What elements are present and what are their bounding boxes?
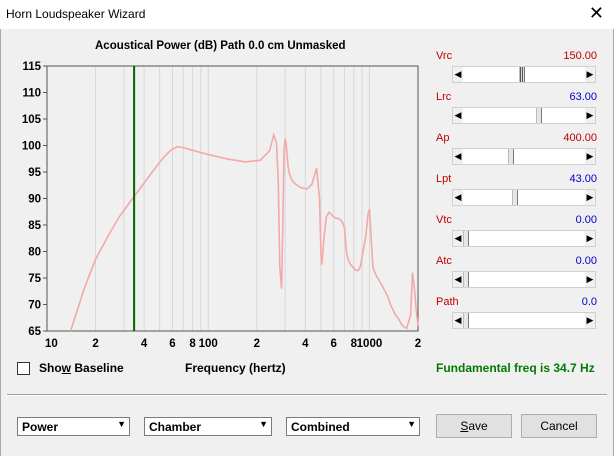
chart-title: Acoustical Power (dB) Path 0.0 cm Unmask… bbox=[95, 40, 346, 52]
slider-value-vrc: 150.00 bbox=[563, 50, 597, 62]
slider-thumb[interactable] bbox=[536, 108, 543, 123]
x-tick-label: 100 bbox=[199, 338, 218, 350]
y-tick-label: 105 bbox=[22, 114, 42, 126]
x-tick-label: 2 bbox=[92, 338, 98, 350]
slider-label-ap: Ap bbox=[436, 132, 450, 144]
slider-thumb[interactable] bbox=[463, 231, 469, 246]
slider-value-ap: 400.00 bbox=[563, 132, 597, 144]
fundamental-frequency: Fundamental freq is 34.7 Hz bbox=[436, 361, 595, 375]
slider-thumb[interactable] bbox=[463, 313, 469, 328]
slider-value-path: 0.0 bbox=[581, 296, 597, 308]
slider-value-lpt: 43.00 bbox=[569, 173, 597, 185]
x-tick-label: 8 bbox=[189, 338, 196, 350]
slider-value-atc: 0.00 bbox=[575, 255, 597, 267]
x-tick-label: 6 bbox=[330, 338, 336, 350]
scroll-left-icon[interactable]: ◀ bbox=[453, 272, 463, 287]
y-tick-label: 70 bbox=[28, 300, 41, 312]
slider-thumb[interactable] bbox=[508, 149, 515, 164]
scroll-left-icon[interactable]: ◀ bbox=[453, 108, 463, 123]
x-tick-label: 6 bbox=[169, 338, 175, 350]
slider-ap[interactable]: ◀ ▶ bbox=[452, 148, 596, 165]
y-tick-label: 95 bbox=[28, 167, 41, 179]
y-tick-label: 110 bbox=[22, 88, 41, 100]
slider-path[interactable]: ◀ ▶ bbox=[452, 312, 596, 329]
y-tick-label: 100 bbox=[22, 141, 41, 153]
slider-label-vrc: Vrc bbox=[436, 50, 453, 62]
slider-value-vtc: 0.00 bbox=[575, 214, 597, 226]
close-icon[interactable]: ✕ bbox=[589, 3, 604, 24]
save-button[interactable]: Save bbox=[436, 414, 512, 438]
slider-lrc[interactable]: ◀ ▶ bbox=[452, 107, 596, 124]
chevron-down-icon: ▼ bbox=[259, 419, 268, 429]
show-baseline-label[interactable]: Show Baseline bbox=[39, 361, 124, 375]
scroll-left-icon[interactable]: ◀ bbox=[453, 313, 463, 328]
y-tick-label: 85 bbox=[28, 220, 41, 232]
chevron-down-icon: ▼ bbox=[117, 419, 126, 429]
x-axis-label: Frequency (hertz) bbox=[185, 361, 286, 375]
y-tick-label: 115 bbox=[22, 61, 41, 73]
y-tick-label: 75 bbox=[28, 273, 41, 285]
scroll-left-icon[interactable]: ◀ bbox=[453, 231, 463, 246]
slider-label-vtc: Vtc bbox=[436, 214, 452, 226]
y-tick-label: 80 bbox=[28, 247, 41, 259]
y-tick-label: 90 bbox=[28, 194, 41, 206]
power-curve bbox=[69, 132, 419, 332]
combine-select[interactable]: Combined ▼ bbox=[286, 417, 420, 436]
x-tick-label: 2 bbox=[415, 338, 421, 350]
x-tick-label: 4 bbox=[141, 338, 148, 350]
chevron-down-icon: ▼ bbox=[407, 419, 416, 429]
slider-label-path: Path bbox=[436, 296, 459, 308]
y-tick-label: 65 bbox=[28, 326, 41, 338]
display-mode-value: Power bbox=[22, 420, 59, 434]
scroll-right-icon[interactable]: ▶ bbox=[585, 190, 595, 205]
show-baseline-checkbox[interactable] bbox=[17, 362, 30, 375]
divider bbox=[7, 394, 607, 396]
x-tick-label: 4 bbox=[302, 338, 309, 350]
scroll-right-icon[interactable]: ▶ bbox=[585, 313, 595, 328]
scroll-right-icon[interactable]: ▶ bbox=[585, 149, 595, 164]
combine-value: Combined bbox=[291, 420, 350, 434]
scroll-left-icon[interactable]: ◀ bbox=[453, 149, 463, 164]
slider-thumb[interactable] bbox=[518, 67, 525, 82]
slider-label-lrc: Lrc bbox=[436, 91, 452, 103]
slider-value-lrc: 63.00 bbox=[569, 91, 597, 103]
x-tick-label: 10 bbox=[45, 338, 58, 350]
cancel-button[interactable]: Cancel bbox=[521, 414, 597, 438]
section-select[interactable]: Chamber ▼ bbox=[144, 417, 272, 436]
power-chart: 11511010510095908580757065 10 2 4 6 8 100 2 4 6 8… bbox=[22, 61, 421, 350]
scroll-right-icon[interactable]: ▶ bbox=[585, 67, 595, 82]
scroll-left-icon[interactable]: ◀ bbox=[453, 190, 463, 205]
scroll-right-icon[interactable]: ▶ bbox=[585, 231, 595, 246]
slider-vtc[interactable]: ◀ ▶ bbox=[452, 230, 596, 247]
x-tick-label: 2 bbox=[254, 338, 260, 350]
display-mode-select[interactable]: Power ▼ bbox=[17, 417, 130, 436]
scroll-right-icon[interactable]: ▶ bbox=[585, 272, 595, 287]
slider-lpt[interactable]: ◀ ▶ bbox=[452, 189, 596, 206]
section-value: Chamber bbox=[149, 420, 202, 434]
scroll-right-icon[interactable]: ▶ bbox=[585, 108, 595, 123]
slider-label-atc: Atc bbox=[436, 255, 452, 267]
slider-atc[interactable]: ◀ ▶ bbox=[452, 271, 596, 288]
title-bar: Horn Loudspeaker Wizard ✕ bbox=[0, 0, 614, 29]
window-title: Horn Loudspeaker Wizard bbox=[6, 7, 146, 21]
slider-vrc[interactable]: ◀ ▶ bbox=[452, 66, 596, 83]
slider-thumb[interactable] bbox=[463, 272, 469, 287]
slider-thumb[interactable] bbox=[511, 190, 518, 205]
scroll-left-icon[interactable]: ◀ bbox=[453, 67, 463, 82]
x-tick-label: 1000 bbox=[357, 338, 383, 350]
slider-label-lpt: Lpt bbox=[436, 173, 452, 185]
